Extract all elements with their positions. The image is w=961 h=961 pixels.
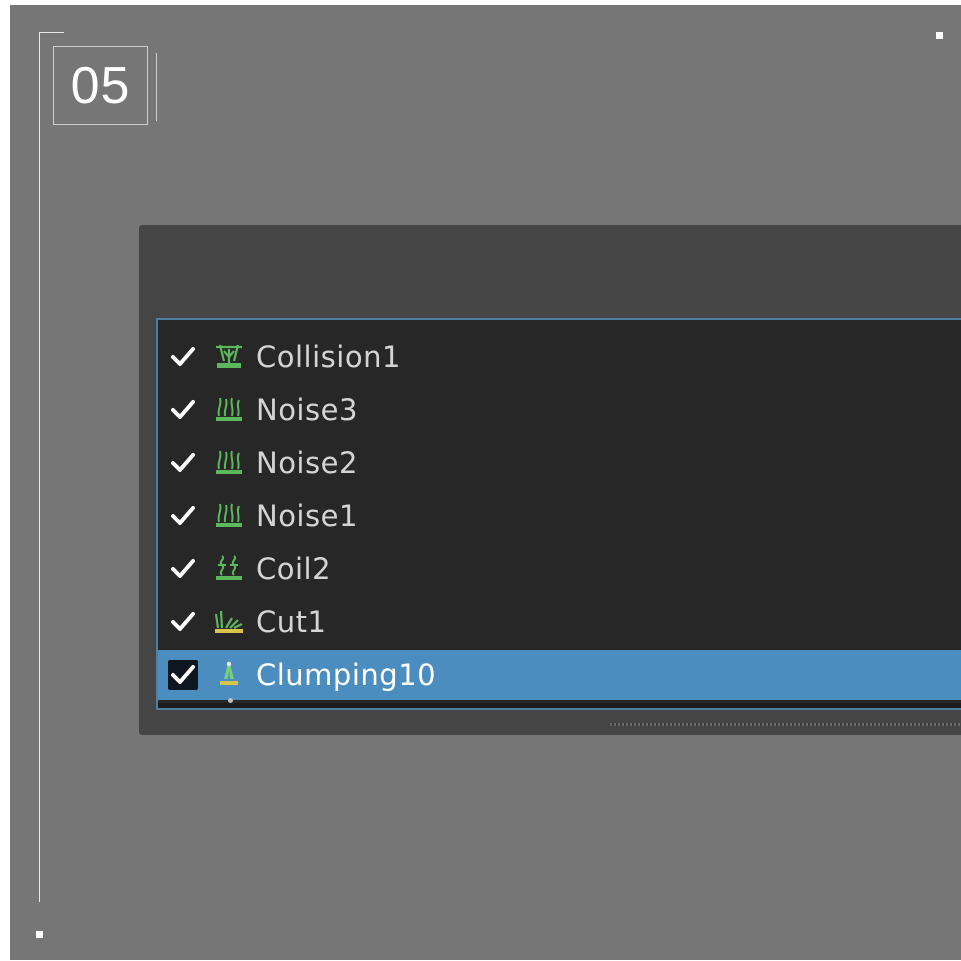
frame-horizontal-line (39, 32, 64, 33)
checkmark-icon (171, 506, 195, 525)
list-item[interactable]: Collision1 (158, 332, 961, 382)
list-item[interactable]: Coil2 (158, 544, 961, 594)
list-item-label: Coil2 (256, 552, 332, 586)
checkmark-icon (171, 665, 195, 684)
list-item[interactable]: Noise3 (158, 385, 961, 435)
checkbox[interactable] (168, 554, 198, 584)
list-item[interactable]: Cut1 (158, 597, 961, 647)
coil-modifier-icon (216, 555, 242, 580)
cut-modifier-icon (214, 610, 243, 633)
noise-modifier-icon (216, 503, 242, 527)
checkmark-icon (171, 612, 195, 631)
modifier-list[interactable]: Collision1 Noise3 Noise2 Noise1 Coil2 Cu… (156, 318, 961, 710)
clumping-modifier-icon (220, 661, 238, 685)
collision-modifier-icon (216, 344, 242, 368)
checkmark-icon (171, 347, 195, 366)
list-item-label: Collision1 (256, 340, 401, 374)
noise-modifier-icon (216, 397, 242, 421)
list-footer (158, 703, 961, 708)
corner-dot-top-right (936, 32, 943, 39)
checkmark-icon (171, 400, 195, 419)
list-item-label: Clumping10 (256, 658, 437, 692)
list-item-label: Noise3 (256, 393, 358, 427)
checkbox[interactable] (168, 501, 198, 531)
corner-dot-bottom-left (36, 931, 43, 938)
checkbox[interactable] (168, 660, 198, 690)
list-item-label: Cut1 (256, 605, 327, 639)
checkmark-icon (171, 559, 195, 578)
noise-modifier-icon (216, 450, 242, 474)
list-footer-dot (228, 698, 233, 703)
checkbox[interactable] (168, 395, 198, 425)
checkbox[interactable] (168, 342, 198, 372)
checkbox[interactable] (168, 607, 198, 637)
checkbox[interactable] (168, 448, 198, 478)
resize-grip[interactable] (610, 723, 960, 726)
list-item[interactable]: Noise1 (158, 491, 961, 541)
list-item-selected[interactable]: Clumping10 (158, 650, 961, 700)
step-number: 05 (53, 46, 148, 125)
frame-vertical-line (39, 32, 40, 902)
list-item[interactable]: Noise2 (158, 438, 961, 488)
list-item-label: Noise2 (256, 446, 358, 480)
step-number-rule (156, 53, 157, 121)
list-item-label: Noise1 (256, 499, 358, 533)
checkmark-icon (171, 453, 195, 472)
